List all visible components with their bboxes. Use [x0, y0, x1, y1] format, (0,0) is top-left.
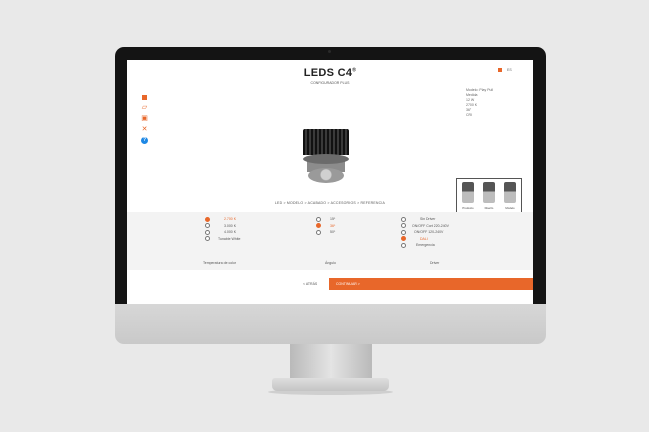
back-button[interactable]: < ATRÁS: [303, 282, 317, 286]
continue-label: CONTINUAR >: [336, 282, 360, 286]
language-selector[interactable]: ES: [507, 68, 512, 72]
radio[interactable]: [205, 223, 210, 229]
spec-item: CRI: [466, 113, 473, 117]
radio[interactable]: [205, 229, 210, 235]
radio-selected[interactable]: [401, 236, 406, 242]
product-ring: [303, 154, 349, 164]
side-toolbar: ▱ ▣ ✕ ?: [141, 95, 149, 148]
thumbnail-product[interactable]: [462, 182, 474, 203]
product-lens: [308, 168, 344, 183]
monitor-chin: [115, 304, 546, 344]
radio[interactable]: [316, 216, 321, 222]
radio[interactable]: [205, 236, 210, 242]
thumbnail-label: Diseño: [484, 206, 494, 210]
radio[interactable]: [316, 229, 321, 235]
brand-subtitle: CONFIGURADOR PLUS: [310, 81, 350, 85]
radio-selected[interactable]: [316, 223, 321, 229]
spec-list: Modelo: Play Pull Medida 12 W 2700 K 36°…: [466, 88, 493, 118]
options-panel: 2.700 K 3.000 K 4.000 K Tunable White Te…: [127, 212, 533, 270]
temperature-label: Temperatura de color: [203, 261, 237, 265]
thumbnail-label: Modelo: [505, 206, 515, 210]
camera-icon: [328, 50, 331, 53]
product-heatsink: [303, 129, 349, 155]
close-icon[interactable]: ✕: [141, 126, 148, 133]
thumbnail-label: Producto: [462, 206, 474, 210]
temperature-options: 2.700 K 3.000 K 4.000 K Tunable White: [205, 216, 240, 242]
driver-options: Sin Driver ON/OFF Cort 220-240V ON/OFF 1…: [401, 216, 449, 249]
radio[interactable]: [401, 216, 406, 222]
radio-selected[interactable]: [205, 216, 210, 222]
thumbnail-model[interactable]: [504, 182, 516, 203]
continue-button[interactable]: CONTINUAR >: [329, 278, 533, 290]
flag-icon[interactable]: [498, 68, 502, 72]
help-icon[interactable]: ?: [141, 137, 148, 144]
box-icon[interactable]: ▣: [141, 115, 148, 122]
radio[interactable]: [401, 229, 406, 235]
angle-options: 15º 36º 50º: [316, 216, 335, 236]
option-50[interactable]: 50º: [316, 229, 335, 236]
brand-title: LEDS C4®: [303, 67, 357, 79]
thumbnail-design[interactable]: [483, 182, 495, 203]
angle-label: Ángulo: [325, 261, 336, 265]
radio[interactable]: [401, 242, 406, 248]
screen: LEDS C4® CONFIGURADOR PLUS ES Modelo: Pl…: [127, 60, 533, 304]
option-tunable-white[interactable]: Tunable White: [205, 236, 240, 243]
radio[interactable]: [401, 223, 406, 229]
view-thumbnails: Producto Diseño Modelo: [456, 178, 522, 214]
option-emergencia[interactable]: Emergencia: [401, 242, 449, 249]
folder-icon[interactable]: ▱: [141, 104, 148, 111]
monitor-stand: [290, 344, 372, 380]
monitor-foot: [272, 378, 389, 391]
driver-label: Driver: [430, 261, 440, 265]
square-icon[interactable]: [142, 95, 147, 100]
